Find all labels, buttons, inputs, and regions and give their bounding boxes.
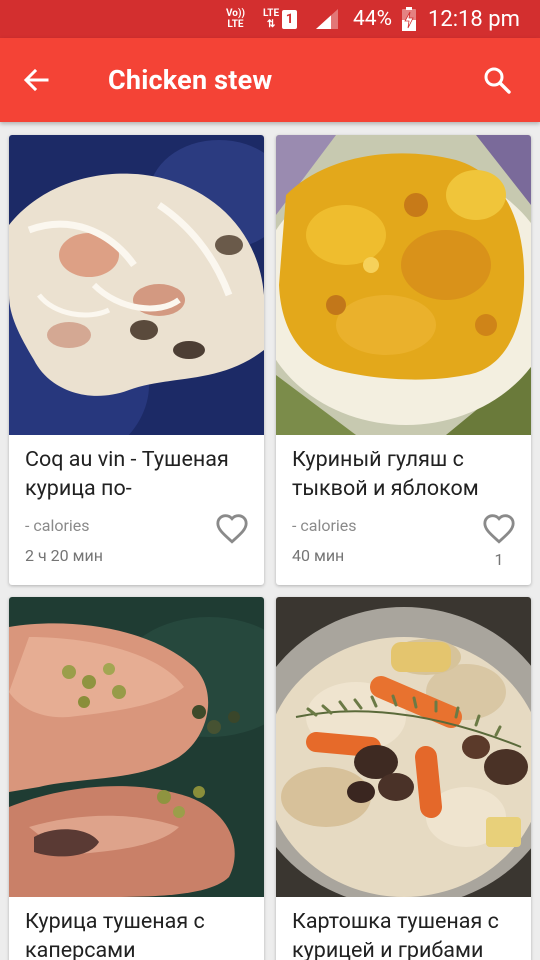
recipe-photo-capers[interactable] bbox=[9, 597, 264, 897]
heart-outline-icon[interactable] bbox=[215, 512, 249, 546]
recipe-name: Картошка тушеная с курицей и грибами bbox=[292, 909, 499, 960]
recipe-calories: - calories bbox=[25, 516, 90, 535]
status-bar: Vo)) LTE LTE ⇅ 1 44% 12:18 pm bbox=[0, 0, 540, 38]
search-icon bbox=[484, 67, 511, 94]
volte-indicator: Vo)) LTE bbox=[226, 0, 245, 38]
battery-percentage: 44% bbox=[353, 7, 392, 31]
recipe-name: Coq au vin - Тушеная курица по- bbox=[25, 447, 229, 501]
lte-text: LTE ⇅ bbox=[263, 8, 279, 30]
battery-charging-icon bbox=[402, 0, 416, 38]
volte-bottom-text: LTE bbox=[227, 19, 244, 30]
page-title: Chicken stew bbox=[108, 64, 273, 96]
heart-outline-icon[interactable] bbox=[482, 512, 516, 546]
recipe-photo-coq-au-vin[interactable] bbox=[9, 135, 264, 435]
clock: 12:18 pm bbox=[428, 6, 520, 32]
recipe-photo-potato-mushroom[interactable] bbox=[276, 597, 531, 897]
recipe-name: Курица тушеная с каперсами bbox=[25, 909, 205, 960]
search-button[interactable] bbox=[474, 58, 520, 102]
recipe-photo-goulash[interactable] bbox=[276, 135, 531, 435]
lte-indicator: LTE ⇅ 1 bbox=[263, 0, 298, 38]
app-bar: Chicken stew bbox=[0, 38, 540, 122]
recipe-card[interactable]: Картошка тушеная с курицей и грибами bbox=[276, 597, 531, 960]
recipe-card[interactable]: Курица тушеная с каперсами bbox=[9, 597, 264, 960]
recipe-card[interactable]: Coq au vin - Тушеная курица по- - calori… bbox=[9, 135, 264, 585]
volte-top-text: Vo)) bbox=[226, 8, 245, 19]
arrow-back-icon bbox=[23, 68, 49, 92]
favorite-count: 1 bbox=[494, 550, 504, 569]
recipe-cook-time: 40 мин bbox=[292, 546, 345, 565]
recipe-cook-time: 2 ч 20 мин bbox=[25, 546, 103, 565]
data-arrows-icon: ⇅ bbox=[266, 19, 276, 30]
recipe-calories: - calories bbox=[292, 516, 357, 535]
signal-strength-icon bbox=[316, 0, 338, 38]
back-button[interactable] bbox=[14, 58, 58, 102]
sim-slot-badge: 1 bbox=[282, 9, 298, 29]
lte-top-text: LTE bbox=[263, 8, 280, 19]
recipe-card[interactable]: Куриный гуляш с тыквой и яблоком - calor… bbox=[276, 135, 531, 585]
recipe-name: Куриный гуляш с тыквой и яблоком bbox=[292, 447, 479, 501]
